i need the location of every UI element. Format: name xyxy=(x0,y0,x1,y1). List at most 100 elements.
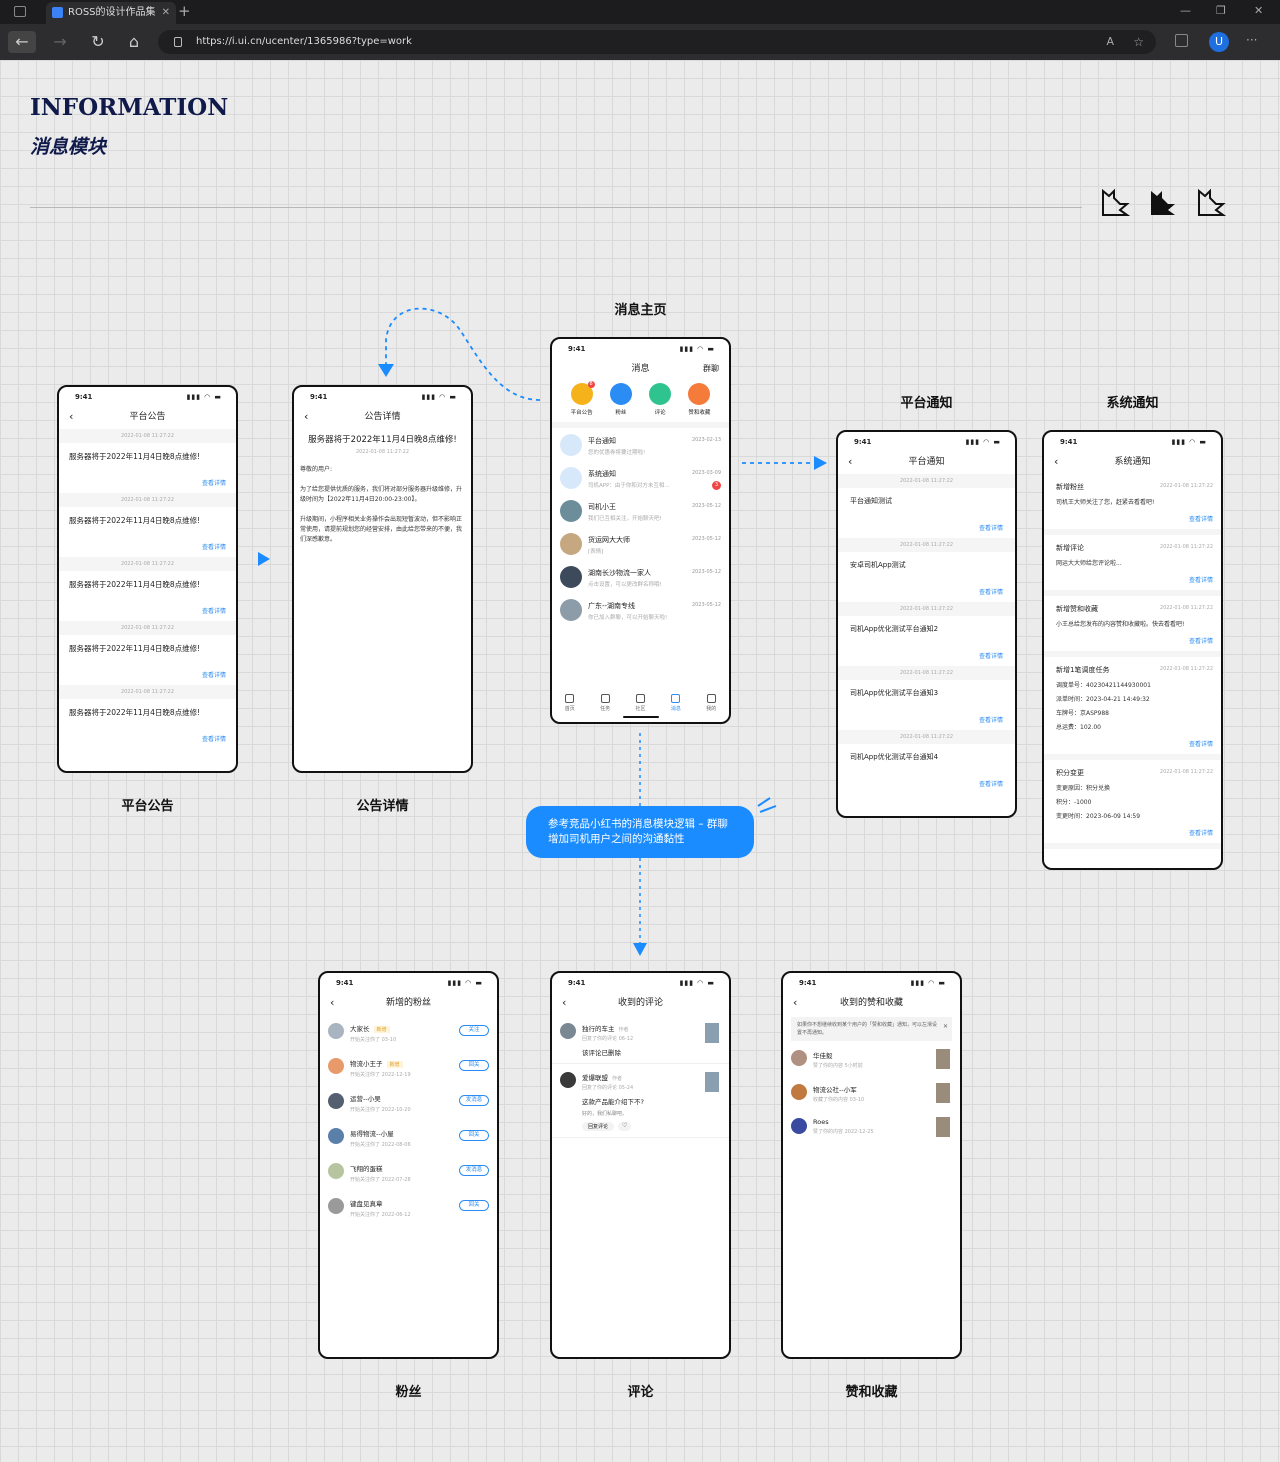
nav-bar: ‹ 公告详情 xyxy=(294,405,471,429)
minimize-button[interactable]: — xyxy=(1180,4,1191,17)
conversation-preview: 您的优惠券将要过期啦! xyxy=(588,450,646,456)
card-line: 网运大大师给您评论啦... xyxy=(1056,560,1122,567)
browser-menu-button[interactable]: ··· xyxy=(1246,33,1257,47)
close-window-button[interactable]: ✕ xyxy=(1254,4,1263,17)
system-notice-card[interactable]: 新增1笔调度任务 2022-01-08 11:27:22 调度单号：40230421… xyxy=(1044,657,1221,760)
comment-item[interactable]: 爱爆联盟 作者 回复了你的评论 05-24 这款产品能介绍下不? 好的，我们私聊吧。 回复… xyxy=(552,1064,729,1138)
back-icon[interactable]: ‹ xyxy=(1054,450,1058,474)
tab-1[interactable]: 任务 xyxy=(600,694,610,712)
tab-close-icon[interactable]: ✕ xyxy=(162,2,170,24)
tab-4[interactable]: 我的 xyxy=(706,694,716,712)
status-bar: 9:41 ▮▮▮ ◠ ▬ xyxy=(838,432,1015,450)
back-icon[interactable]: ‹ xyxy=(793,991,797,1015)
like-item[interactable]: Roes 赞了你的内容 2022-12-25 xyxy=(783,1111,960,1145)
back-icon[interactable]: ‹ xyxy=(304,405,308,429)
tab-title: ROSS的设计作品集 xyxy=(68,7,156,18)
announcement-item[interactable]: 服务器将于2022年11月4日晚8点维修! 查看详情 xyxy=(59,507,236,557)
view-details-link[interactable]: 查看详情 xyxy=(202,734,226,743)
back-icon[interactable]: ‹ xyxy=(848,450,852,474)
view-details-link[interactable]: 查看详情 xyxy=(202,670,226,679)
message-category-3[interactable]: 赞和收藏 xyxy=(688,383,710,416)
view-details-link[interactable]: 查看详情 xyxy=(979,523,1003,532)
notice-item[interactable]: 平台通知测试 查看详情 xyxy=(838,488,1015,538)
system-notice-card[interactable]: 新增评论 2022-01-08 11:27:22 网运大大师给您评论啦... 查看详情 xyxy=(1044,535,1221,596)
fan-action-button[interactable]: 关注 xyxy=(459,1025,489,1036)
reply-button[interactable]: 回复评论 xyxy=(582,1122,615,1131)
notice-item[interactable]: 司机App优化测试平台通知4 查看详情 xyxy=(838,744,1015,794)
back-button[interactable]: ← xyxy=(8,31,36,53)
tab-actions-icon[interactable] xyxy=(14,6,26,17)
fan-action-button[interactable]: 发消息 xyxy=(459,1165,489,1176)
system-notice-card[interactable]: 新增赞和收藏 2022-01-08 11:27:22 小王总给您发布的内容赞和收藏啦… xyxy=(1044,596,1221,657)
view-details-link[interactable]: 查看详情 xyxy=(1056,628,1213,651)
screen-label: 公告详情 xyxy=(356,799,409,814)
fan-item[interactable]: 易得物流--小屋 开始关注你了 2022-08-06 回关 xyxy=(320,1120,497,1155)
comment-item[interactable]: 独行的车主 作者 回复了你的评论 06-12 该评论已删除 xyxy=(552,1015,729,1064)
conversation-item[interactable]: 货运网大大师 [表情] 2023-05-12 xyxy=(552,527,729,560)
conversation-item[interactable]: 平台通知 您的优惠券将要过期啦! 2023-02-13 xyxy=(552,428,729,461)
announcement-item[interactable]: 服务器将于2022年11月4日晚8点维修! 查看详情 xyxy=(59,571,236,621)
tab-3[interactable]: 消息 xyxy=(671,694,681,712)
home-button[interactable]: ⌂ xyxy=(120,31,148,53)
view-details-link[interactable]: 查看详情 xyxy=(979,651,1003,660)
view-details-link[interactable]: 查看详情 xyxy=(979,779,1003,788)
notice-item[interactable]: 司机App优化测试平台通知3 查看详情 xyxy=(838,680,1015,730)
fan-action-button[interactable]: 回关 xyxy=(459,1060,489,1071)
notice-item[interactable]: 司机App优化测试平台通知2 查看详情 xyxy=(838,616,1015,666)
fan-action-button[interactable]: 回关 xyxy=(459,1130,489,1141)
tab-2[interactable]: 社区 xyxy=(635,694,645,712)
screen-label: 系统通知 xyxy=(1106,396,1159,411)
view-details-link[interactable]: 查看详情 xyxy=(979,715,1003,724)
tab-label: 我的 xyxy=(706,706,717,712)
url-field[interactable]: https://i.ui.cn/ucenter/1365986?type=wor… xyxy=(158,30,1156,54)
announcement-item[interactable]: 服务器将于2022年11月4日晚8点维修! 查看详情 xyxy=(59,443,236,493)
message-category-0[interactable]: 8 平台公告 xyxy=(570,381,595,416)
back-icon[interactable]: ‹ xyxy=(330,991,334,1015)
like-icon[interactable]: ♡ xyxy=(618,1122,632,1131)
view-details-link[interactable]: 查看详情 xyxy=(1056,731,1213,754)
view-details-link[interactable]: 查看详情 xyxy=(202,478,226,487)
conversation-item[interactable]: 广东--湖南专线 你已加入群聊，可以开始聊天啦! 2023-05-12 xyxy=(552,593,729,626)
notice-item[interactable]: 安卓司机App测试 查看详情 xyxy=(838,552,1015,602)
favorite-star-icon[interactable]: ☆ xyxy=(1133,30,1144,54)
system-notice-card[interactable]: 积分变更 2022-01-08 11:27:22 变更原因：积分兑换 积分：-1000… xyxy=(1044,760,1221,849)
avatar xyxy=(791,1084,807,1100)
profile-extension-icon[interactable]: U xyxy=(1209,32,1229,52)
forward-button[interactable]: → xyxy=(46,31,74,53)
like-item[interactable]: 华佳毅 赞了你的内容 5小时前 xyxy=(783,1043,960,1077)
maximize-button[interactable]: ❐ xyxy=(1216,4,1226,17)
group-chat-button[interactable]: 群聊 xyxy=(703,357,719,381)
system-notice-card[interactable]: 新增粉丝 2022-01-08 11:27:22 司机王大师关注了您，赶紧去看看吧!… xyxy=(1044,474,1221,535)
fan-item[interactable]: 运营--小吴 开始关注你了 2022-10-20 发消息 xyxy=(320,1085,497,1120)
announcement-item[interactable]: 服务器将于2022年11月4日晚8点维修! 查看详情 xyxy=(59,635,236,685)
view-details-link[interactable]: 查看详情 xyxy=(979,587,1003,596)
message-category-1[interactable]: 粉丝 xyxy=(609,383,632,416)
back-icon[interactable]: ‹ xyxy=(69,405,73,429)
fan-item[interactable]: 物流小王子 新增 开始关注你了 2022-12-19 回关 xyxy=(320,1050,497,1085)
status-bar: 9:41 ▮▮▮ ◠ ▬ xyxy=(552,973,729,991)
collections-icon[interactable] xyxy=(1175,34,1188,47)
reload-button[interactable]: ↻ xyxy=(84,31,112,53)
view-details-link[interactable]: 查看详情 xyxy=(202,542,226,551)
fan-item[interactable]: 大家长 新增 开始关注你了 03-10 关注 xyxy=(320,1015,497,1050)
back-icon[interactable]: ‹ xyxy=(562,991,566,1015)
like-item[interactable]: 物流公社--小军 收藏了你的内容 03-10 xyxy=(783,1077,960,1111)
fan-item[interactable]: 飞翔的蛋糕 开始关注你了 2022-07-28 发消息 xyxy=(320,1155,497,1190)
message-category-2[interactable]: 评论 xyxy=(649,383,672,416)
conversation-item[interactable]: 司机小王 我们已互相关注，开始聊天吧! 2023-05-12 xyxy=(552,494,729,527)
fan-item[interactable]: 键盘见真章 开始关注你了 2022-06-12 回关 xyxy=(320,1190,497,1225)
view-details-link[interactable]: 查看详情 xyxy=(1056,506,1213,529)
new-tab-button[interactable]: + xyxy=(178,2,191,20)
browser-tab[interactable]: ROSS的设计作品集 ✕ xyxy=(46,2,176,24)
view-details-link[interactable]: 查看详情 xyxy=(1056,820,1213,843)
conversation-item[interactable]: 系统通知 司机APP：由于你和对方未互相... 2023-03-09 3 xyxy=(552,461,729,494)
tab-0[interactable]: 首页 xyxy=(565,694,575,712)
view-details-link[interactable]: 查看详情 xyxy=(202,606,226,615)
view-details-link[interactable]: 查看详情 xyxy=(1056,567,1213,590)
close-icon[interactable]: ✕ xyxy=(943,1023,948,1031)
fan-action-button[interactable]: 发消息 xyxy=(459,1095,489,1106)
read-aloud-icon[interactable]: A xyxy=(1106,30,1114,54)
announcement-item[interactable]: 服务器将于2022年11月4日晚8点维修! 查看详情 xyxy=(59,699,236,749)
conversation-item[interactable]: 湖南长沙物流一家人 点击设置，可以更改群名称哦! 2023-05-12 xyxy=(552,560,729,593)
fan-action-button[interactable]: 回关 xyxy=(459,1200,489,1211)
